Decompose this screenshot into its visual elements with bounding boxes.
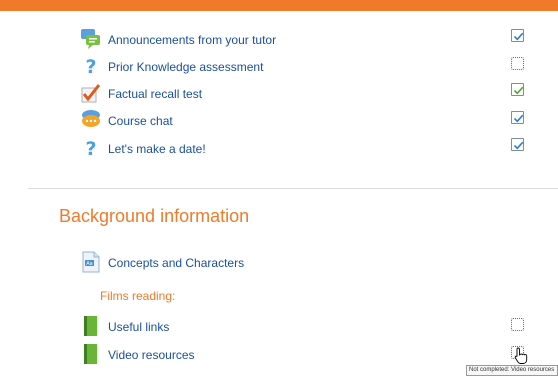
book-link[interactable]: Useful links [108,320,169,334]
quiz-check-icon [80,82,102,104]
book-video-resources: Video resources [80,343,540,367]
forum-icon [80,28,102,50]
page-icon: Aa [80,251,102,273]
question-icon: ? [80,55,102,78]
book-icon [80,315,102,337]
activity-link[interactable]: Prior Knowledge assessment [108,60,263,74]
activity-make-a-date: ? Let's make a date! [80,137,540,161]
svg-text:Aa: Aa [86,261,92,267]
question-icon: ? [80,137,102,160]
activity-factual-recall: Factual recall test [80,82,540,106]
chat-icon [80,109,102,131]
top-accent-bar [0,0,558,11]
activity-announcements: Announcements from your tutor [80,28,540,52]
completion-checkbox-complete[interactable] [511,111,524,124]
resource-concepts: Aa Concepts and Characters [80,251,540,275]
svg-text:?: ? [85,56,96,77]
book-useful-links: Useful links [80,315,540,339]
completion-checkbox-complete[interactable] [511,29,524,42]
activity-link[interactable]: Let's make a date! [108,142,206,156]
resource-link[interactable]: Concepts and Characters [108,256,244,270]
completion-checkbox-complete[interactable] [511,138,524,151]
activity-link[interactable]: Announcements from your tutor [108,33,276,47]
activity-prior-knowledge: ? Prior Knowledge assessment [80,55,540,79]
activity-course-chat: Course chat [80,109,540,133]
activity-link[interactable]: Factual recall test [108,87,202,101]
completion-checkbox-incomplete[interactable] [511,57,524,70]
activity-link[interactable]: Course chat [108,114,173,128]
label-films-reading: Films reading: [100,289,176,303]
section-title: Background information [59,206,250,226]
section-divider [28,188,558,189]
book-icon [80,343,102,365]
completion-tooltip: Not completed: Video resources [466,365,558,376]
svg-text:?: ? [85,138,96,159]
completion-checkbox-complete[interactable] [511,83,524,96]
completion-checkbox-incomplete[interactable] [511,318,524,331]
book-link[interactable]: Video resources [108,348,195,362]
